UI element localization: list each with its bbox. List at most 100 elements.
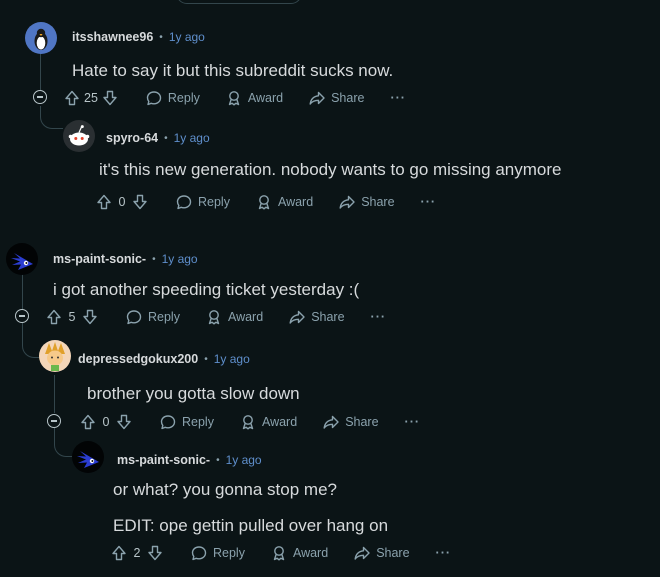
timestamp[interactable]: 1y ago — [226, 453, 262, 467]
award-button[interactable]: Award — [226, 90, 283, 106]
downvote-arrow-icon[interactable] — [147, 545, 163, 561]
reply-button[interactable]: Reply — [160, 414, 214, 430]
share-label: Share — [331, 91, 365, 105]
avatar[interactable] — [72, 441, 104, 473]
award-button[interactable]: Award — [256, 194, 313, 210]
share-button[interactable]: Share — [309, 90, 364, 106]
meta-separator: • — [159, 31, 163, 43]
award-button[interactable]: Award — [206, 309, 263, 325]
speech-bubble-icon — [176, 194, 192, 210]
reply-label: Reply — [148, 310, 180, 324]
goku-avatar-icon — [45, 342, 65, 371]
thread-line — [22, 274, 23, 310]
reply-button[interactable]: Reply — [176, 194, 230, 210]
vote-score: 25 — [84, 91, 98, 105]
downvote-arrow-icon[interactable] — [132, 194, 148, 210]
avatar[interactable] — [63, 120, 95, 152]
more-options-button[interactable]: ··· — [436, 546, 452, 560]
award-button[interactable]: Award — [240, 414, 297, 430]
reply-label: Reply — [182, 415, 214, 429]
award-ribbon-icon — [206, 309, 222, 325]
award-ribbon-icon — [226, 90, 242, 106]
vote-score: 5 — [68, 310, 76, 324]
comment-edit-note: EDIT: ope gettin pulled over hang on — [113, 516, 389, 535]
upvote-arrow-icon[interactable] — [80, 414, 96, 430]
share-label: Share — [361, 195, 395, 209]
reply-button[interactable]: Reply — [126, 309, 180, 325]
comment-meta: itsshawnee96 • 1y ago — [72, 30, 205, 44]
award-label: Award — [277, 195, 314, 209]
vote-score: 0 — [102, 415, 110, 429]
comment-meta: ms-paint-sonic- • 1y ago — [53, 252, 198, 266]
share-button[interactable]: Share — [289, 309, 345, 325]
comment-body: it's this new generation. nobody wants t… — [99, 160, 562, 179]
comment-meta: ms-paint-sonic- • 1y ago — [117, 453, 262, 467]
avatar[interactable] — [25, 22, 57, 54]
award-label: Award — [247, 91, 284, 105]
upvote-arrow-icon[interactable] — [46, 309, 62, 325]
award-label: Award — [227, 310, 264, 324]
sonic-avatar-icon — [77, 451, 99, 468]
more-options-button[interactable]: ··· — [405, 415, 421, 429]
collapse-thread-button[interactable] — [47, 414, 61, 428]
vote-group: 0 — [96, 194, 148, 210]
share-label: Share — [311, 310, 345, 324]
share-button[interactable]: Share — [354, 545, 410, 561]
avatar[interactable] — [6, 243, 38, 275]
share-button[interactable]: Share — [323, 414, 379, 430]
username[interactable]: ms-paint-sonic- — [53, 252, 146, 266]
meta-separator: • — [204, 353, 208, 365]
username[interactable]: itsshawnee96 — [72, 30, 153, 44]
more-options-button[interactable]: ··· — [390, 91, 406, 105]
share-arrow-icon — [339, 194, 355, 210]
meta-separator: • — [216, 454, 220, 466]
avatar[interactable] — [39, 340, 71, 372]
award-ribbon-icon — [271, 545, 287, 561]
timestamp[interactable]: 1y ago — [174, 131, 210, 145]
downvote-arrow-icon[interactable] — [116, 414, 132, 430]
collapse-thread-button[interactable] — [33, 90, 47, 104]
award-label: Award — [261, 415, 298, 429]
reply-button[interactable]: Reply — [146, 90, 200, 106]
award-ribbon-icon — [256, 194, 272, 210]
downvote-arrow-icon[interactable] — [102, 90, 118, 106]
timestamp[interactable]: 1y ago — [214, 352, 250, 366]
share-button[interactable]: Share — [339, 194, 395, 210]
vote-score: 0 — [118, 195, 126, 209]
reply-label: Reply — [213, 546, 245, 560]
speech-bubble-icon — [146, 90, 162, 106]
comment-meta: depressedgokux200 • 1y ago — [78, 352, 250, 366]
speech-bubble-icon — [126, 309, 142, 325]
username[interactable]: spyro-64 — [106, 131, 158, 145]
comment-actions: 2 Reply Award Share ··· — [111, 541, 451, 565]
upvote-arrow-icon[interactable] — [64, 90, 80, 106]
vote-group: 25 — [64, 90, 118, 106]
reply-label: Reply — [198, 195, 230, 209]
reply-button[interactable]: Reply — [191, 545, 245, 561]
thread-connector — [40, 106, 63, 129]
username[interactable]: ms-paint-sonic- — [117, 453, 210, 467]
snoo-avatar-icon — [68, 125, 90, 146]
penguin-avatar-icon — [34, 28, 48, 50]
award-button[interactable]: Award — [271, 545, 328, 561]
downvote-arrow-icon[interactable] — [82, 309, 98, 325]
more-options-button[interactable]: ··· — [421, 195, 437, 209]
speech-bubble-icon — [160, 414, 176, 430]
comment-actions: 0 Reply Award Share ··· — [80, 410, 420, 434]
collapse-thread-button[interactable] — [15, 309, 29, 323]
vote-group: 5 — [46, 309, 98, 325]
username[interactable]: depressedgokux200 — [78, 352, 198, 366]
upvote-arrow-icon[interactable] — [96, 194, 112, 210]
more-options-button[interactable]: ··· — [371, 310, 387, 324]
meta-separator: • — [152, 253, 156, 265]
timestamp[interactable]: 1y ago — [162, 252, 198, 266]
comment-actions: 25 Reply Award Share ··· — [64, 86, 406, 110]
speech-bubble-icon — [191, 545, 207, 561]
share-arrow-icon — [289, 309, 305, 325]
timestamp[interactable]: 1y ago — [169, 30, 205, 44]
upvote-arrow-icon[interactable] — [111, 545, 127, 561]
reply-label: Reply — [167, 91, 200, 105]
meta-separator: • — [164, 132, 168, 144]
comment-body: i got another speeding ticket yesterday … — [53, 280, 360, 299]
comment-meta: spyro-64 • 1y ago — [106, 131, 210, 145]
